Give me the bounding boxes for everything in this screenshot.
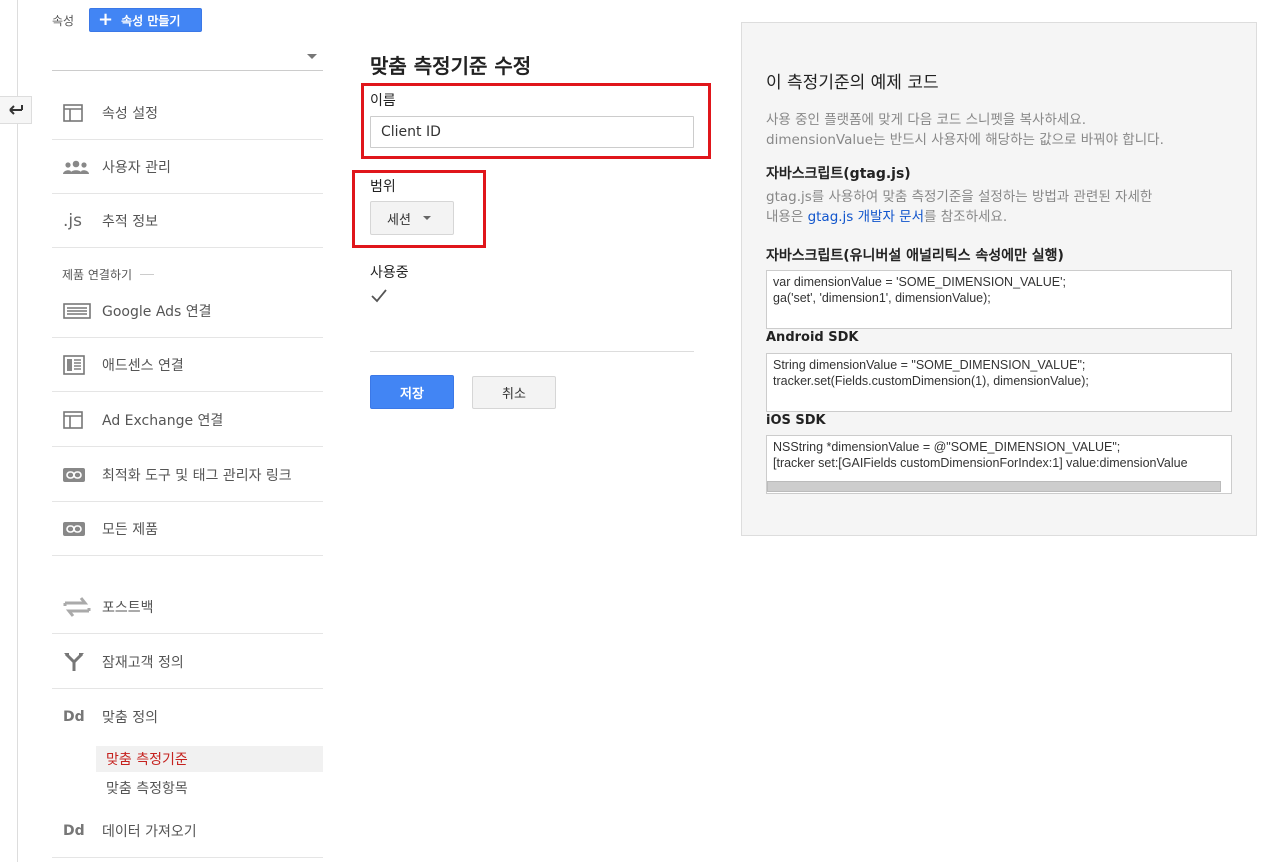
nav-subitem-custom-metrics[interactable]: 맞춤 측정항목 <box>96 775 323 801</box>
active-label: 사용중 <box>370 265 409 281</box>
gtag-desc-suffix: 를 참조하세요. <box>924 209 1008 225</box>
intro-text-line2: dimensionValue는 반드시 사용자에 해당하는 값으로 바꿔야 합니… <box>766 132 1164 148</box>
gtag-heading: 자바스크립트(gtag.js) <box>766 166 911 182</box>
property-label: 속성 <box>52 14 75 28</box>
create-property-button[interactable]: + 속성 만들기 <box>89 8 202 32</box>
checkmark-icon <box>370 288 387 302</box>
nav-item-label: 최적화 도구 및 태그 관리자 링크 <box>102 467 292 484</box>
nav-item-label: 추적 정보 <box>102 213 158 230</box>
caret-down-icon <box>307 54 317 59</box>
nav-item-label: 사용자 관리 <box>102 159 171 176</box>
scope-label: 범위 <box>370 179 396 195</box>
create-property-label: 속성 만들기 <box>121 13 181 28</box>
nav-item-label: 맞춤 정의 <box>102 710 158 726</box>
save-button[interactable]: 저장 <box>370 375 454 409</box>
swap-arrows-icon <box>52 595 102 619</box>
users-icon <box>52 160 102 174</box>
ua-heading: 자바스크립트(유니버설 애널리틱스 속성에만 실행) <box>766 248 1064 264</box>
nav-item-adsense-link[interactable]: 애드센스 연결 <box>52 338 323 392</box>
nav-item-data-import[interactable]: Dd 데이터 가져오기 <box>52 804 323 858</box>
page-title: 맞춤 측정기준 수정 <box>370 54 532 78</box>
scope-select-value: 세션 <box>387 212 411 228</box>
nav-item-label: 속성 설정 <box>102 105 158 122</box>
nav-item-audience-definitions[interactable]: 잠재고객 정의 <box>52 635 323 689</box>
link-icon <box>52 521 102 536</box>
adsense-icon <box>52 354 102 375</box>
nav-item-all-products[interactable]: 모든 제품 <box>52 502 323 556</box>
gtag-docs-link[interactable]: gtag.js 개발자 문서 <box>808 209 924 225</box>
ios-code-scrollbar[interactable] <box>767 481 1221 492</box>
nav-item-user-management[interactable]: 사용자 관리 <box>52 140 323 194</box>
nav-item-label: Google Ads 연결 <box>102 303 212 320</box>
sample-code-title: 이 측정기준의 예제 코드 <box>766 73 939 93</box>
product-linking-section-label: 제품 연결하기 <box>62 266 155 283</box>
gtag-desc-prefix: 내용은 <box>766 209 808 225</box>
android-heading: Android SDK <box>766 330 859 345</box>
nav-item-label: Ad Exchange 연결 <box>102 412 224 429</box>
dd-icon: Dd <box>63 822 85 839</box>
nav-item-label: 잠재고객 정의 <box>102 654 184 671</box>
nav-item-property-settings[interactable]: 속성 설정 <box>52 86 323 140</box>
dd-icon: Dd <box>63 709 85 725</box>
plus-icon: + <box>98 9 114 30</box>
collapse-nav-button[interactable] <box>0 96 32 124</box>
cancel-button[interactable]: 취소 <box>472 376 556 409</box>
window-icon <box>52 410 102 429</box>
link-icon <box>52 467 102 482</box>
name-label: 이름 <box>370 93 396 109</box>
section-divider <box>140 274 155 275</box>
nav-item-custom-definitions[interactable]: Dd 맞춤 정의 <box>52 690 323 744</box>
scope-select[interactable]: 세션 <box>370 201 454 235</box>
caret-down-icon <box>422 216 431 220</box>
ios-heading: iOS SDK <box>766 413 826 428</box>
nav-item-postbacks[interactable]: 포스트백 <box>52 580 323 634</box>
section-label-text: 제품 연결하기 <box>62 268 133 282</box>
form-divider <box>370 351 694 352</box>
nav-item-tracking-info[interactable]: .js 추적 정보 <box>52 194 323 248</box>
android-code-box[interactable]: String dimensionValue = "SOME_DIMENSION_… <box>766 353 1232 412</box>
active-checkbox[interactable] <box>370 287 387 304</box>
nav-item-label: 애드센스 연결 <box>102 357 184 374</box>
ua-code-box[interactable]: var dimensionValue = 'SOME_DIMENSION_VAL… <box>766 270 1232 329</box>
fork-icon <box>52 652 102 672</box>
name-input[interactable] <box>370 116 694 148</box>
window-icon <box>52 103 102 122</box>
gtag-desc-line2: 내용은 gtag.js 개발자 문서를 참조하세요. <box>766 207 1007 227</box>
nav-rail-line <box>17 0 18 862</box>
back-arrow-icon <box>8 101 23 120</box>
gtag-desc-line1: gtag.js를 사용하여 맞춤 측정기준을 설정하는 방법과 관련된 자세한 <box>766 189 1153 205</box>
ads-card-icon <box>52 302 102 319</box>
nav-item-optimize-tag-manager-link[interactable]: 최적화 도구 및 태그 관리자 링크 <box>52 448 323 502</box>
intro-text-line1: 사용 중인 플랫폼에 맞게 다음 코드 스니펫을 복사하세요. <box>766 112 1086 128</box>
nav-item-label: 데이터 가져오기 <box>102 823 197 840</box>
js-icon: .js <box>63 210 82 231</box>
nav-item-ad-exchange-link[interactable]: Ad Exchange 연결 <box>52 393 323 447</box>
nav-item-google-ads-link[interactable]: Google Ads 연결 <box>52 284 323 338</box>
nav-item-label: 모든 제품 <box>102 521 158 538</box>
nav-subitem-custom-dimensions[interactable]: 맞춤 측정기준 <box>96 746 323 772</box>
property-selector[interactable] <box>52 44 323 71</box>
nav-item-label: 포스트백 <box>102 599 154 616</box>
